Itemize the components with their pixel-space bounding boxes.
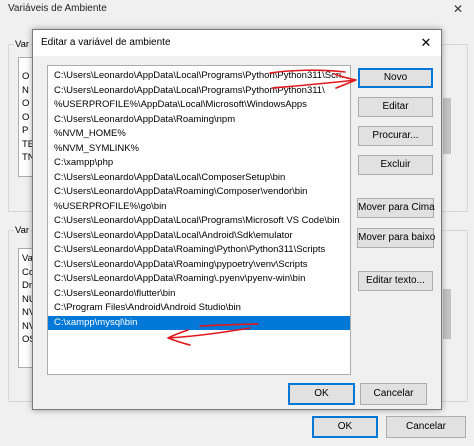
user-variables-group-label: Var bbox=[14, 39, 31, 50]
path-entry-row[interactable]: C:\Users\Leonardo\AppData\Roaming\npm bbox=[48, 113, 350, 128]
edit-button[interactable]: Editar bbox=[358, 97, 433, 117]
cancel-button[interactable]: Cancelar bbox=[360, 383, 427, 405]
move-down-button[interactable]: Mover para baixo bbox=[357, 228, 435, 248]
path-entry-row[interactable]: C:\Users\Leonardo\AppData\Local\Android\… bbox=[48, 229, 350, 244]
path-entry-row[interactable]: %USERPROFILE%\AppData\Local\Microsoft\Wi… bbox=[48, 98, 350, 113]
user-list-scrollbar-thumb[interactable] bbox=[443, 98, 451, 154]
edit-text-button[interactable]: Editar texto... bbox=[358, 271, 433, 291]
path-entry-row[interactable]: C:\xampp\mysql\bin bbox=[48, 315, 350, 330]
edit-environment-variable-dialog: Editar a variável de ambiente ✕ C:\Users… bbox=[32, 29, 442, 410]
parent-ok-button[interactable]: OK bbox=[312, 416, 378, 438]
system-list-scrollbar-thumb[interactable] bbox=[443, 289, 451, 339]
path-entries-list[interactable]: C:\Users\Leonardo\AppData\Local\Programs… bbox=[47, 65, 351, 375]
path-entry-row[interactable]: C:\xampp\php bbox=[48, 156, 350, 171]
path-entry-row[interactable]: C:\Users\Leonardo\AppData\Roaming\pypoet… bbox=[48, 258, 350, 273]
modal-close-icon[interactable]: ✕ bbox=[415, 33, 437, 53]
modal-titlebar: Editar a variável de ambiente ✕ bbox=[33, 30, 441, 56]
path-entry-row[interactable]: C:\Program Files\Android\Android Studio\… bbox=[48, 301, 350, 316]
delete-button[interactable]: Excluir bbox=[358, 155, 433, 175]
user-list-scrollbar[interactable] bbox=[440, 58, 454, 176]
path-entry-row[interactable]: C:\Users\Leonardo\AppData\Roaming\.pyenv… bbox=[48, 272, 350, 287]
modal-title: Editar a variável de ambiente bbox=[41, 37, 171, 48]
path-entry-row[interactable]: %NVM_SYMLINK% bbox=[48, 142, 350, 157]
path-entry-row[interactable]: %NVM_HOME% bbox=[48, 127, 350, 142]
path-entry-row[interactable]: C:\Users\Leonardo\flutter\bin bbox=[48, 287, 350, 302]
path-entry-row[interactable]: C:\Users\Leonardo\AppData\Local\Programs… bbox=[48, 214, 350, 229]
system-list-scrollbar[interactable] bbox=[440, 249, 454, 367]
system-variables-group-label: Var bbox=[14, 225, 31, 236]
parent-window-title: Variáveis de Ambiente bbox=[8, 3, 107, 14]
browse-button[interactable]: Procurar... bbox=[358, 126, 433, 146]
parent-close-icon[interactable]: ✕ bbox=[446, 0, 470, 18]
parent-cancel-button[interactable]: Cancelar bbox=[386, 416, 466, 438]
path-entry-row[interactable]: %USERPROFILE%\go\bin bbox=[48, 200, 350, 215]
path-entry-row[interactable]: C:\Users\Leonardo\AppData\Local\Programs… bbox=[48, 69, 350, 84]
path-entry-row[interactable]: C:\Users\Leonardo\AppData\Roaming\Python… bbox=[48, 243, 350, 258]
path-entry-row[interactable]: C:\Users\Leonardo\AppData\Local\Composer… bbox=[48, 171, 350, 186]
path-entry-row[interactable]: C:\Users\Leonardo\AppData\Roaming\Compos… bbox=[48, 185, 350, 200]
new-button[interactable]: Novo bbox=[358, 68, 433, 88]
ok-button[interactable]: OK bbox=[288, 383, 355, 405]
path-entry-row[interactable]: C:\Users\Leonardo\AppData\Local\Programs… bbox=[48, 84, 350, 99]
move-up-button[interactable]: Mover para Cima bbox=[357, 198, 435, 218]
